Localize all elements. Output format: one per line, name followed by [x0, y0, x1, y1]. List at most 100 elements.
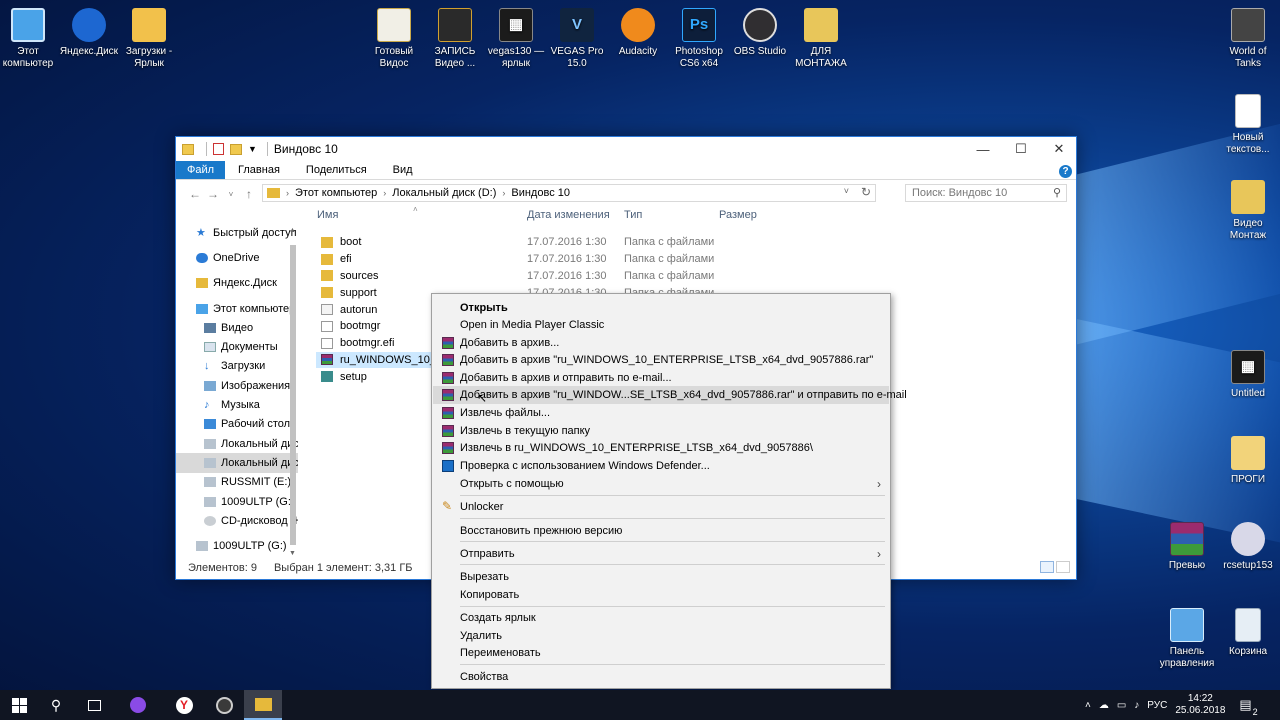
minimize-button[interactable]: — — [964, 137, 1002, 161]
menu-item-add-archive-email[interactable]: Добавить в архив и отправить по e-mail..… — [433, 369, 889, 387]
nav-item-video[interactable]: Видео — [176, 318, 298, 337]
nav-item-images[interactable]: Изображения — [176, 376, 298, 395]
tab-share[interactable]: Поделиться — [293, 161, 380, 179]
details-view-icon[interactable] — [1040, 561, 1054, 573]
desktop-icon-recycle-bin[interactable]: Корзина — [1212, 608, 1280, 658]
desktop-icon-untitled[interactable]: ▦ Untitled — [1212, 350, 1280, 400]
menu-item-cut[interactable]: Вырезать — [433, 568, 889, 586]
scroll-down-icon[interactable]: ▼ — [289, 550, 296, 557]
taskbar-app-alice[interactable] — [120, 690, 156, 720]
clock[interactable]: 14:22 25.06.2018 — [1175, 693, 1225, 717]
chevron-up-icon[interactable]: ˄ — [1085, 700, 1091, 711]
task-view-button[interactable] — [76, 690, 112, 720]
menu-item-unlocker[interactable]: ✎ Unlocker — [433, 498, 889, 516]
nav-item-1009ultp[interactable]: 1009ULTP (G:) — [176, 492, 298, 511]
menu-item-add-to-archive[interactable]: Добавить в архив... — [433, 334, 889, 352]
column-header-size[interactable]: Размер — [719, 209, 757, 227]
menu-item-rename[interactable]: Переименовать — [433, 644, 889, 662]
menu-item-copy[interactable]: Копировать — [433, 586, 889, 604]
menu-item-extract-to-folder[interactable]: Извлечь в ru_WINDOWS_10_ENTERPRISE_LTSB_… — [433, 439, 889, 457]
language-indicator[interactable]: РУС — [1147, 700, 1167, 711]
tab-file[interactable]: Файл — [176, 161, 226, 179]
breadcrumb-item[interactable]: Локальный диск (D:) — [392, 187, 496, 199]
nav-item-downloads[interactable]: ↓ Загрузки — [176, 357, 298, 376]
new-folder-icon[interactable] — [230, 143, 242, 155]
chevron-down-icon[interactable]: ˅ — [844, 186, 849, 196]
menu-item-defender-scan[interactable]: Проверка с использованием Windows Defend… — [433, 457, 889, 475]
desktop-icon-world-of-tanks[interactable]: World of Tanks — [1212, 8, 1280, 70]
column-header-type[interactable]: Тип — [624, 209, 642, 227]
taskbar-app-explorer[interactable] — [244, 690, 282, 720]
nav-item-desktop[interactable]: Рабочий стол — [176, 415, 298, 434]
tab-home[interactable]: Главная — [225, 161, 293, 179]
menu-item-delete[interactable]: Удалить — [433, 627, 889, 645]
forward-arrow-icon[interactable]: → — [204, 187, 222, 201]
desktop-icon-dlya-montazha[interactable]: ДЛЯ МОНТАЖА — [785, 8, 857, 70]
nav-item-quick-access[interactable]: ★ Быстрый доступ — [176, 223, 298, 242]
help-icon[interactable]: ? — [1059, 165, 1072, 178]
nav-item-russmit[interactable]: RUSSMIT (E:) — [176, 473, 298, 492]
menu-item-open[interactable]: Открыть — [433, 299, 889, 317]
scrollbar-thumb[interactable] — [290, 245, 296, 545]
file-row[interactable]: efi 17.07.2016 1:30 Папка с файлами — [316, 251, 756, 268]
taskbar-app-yandex-browser[interactable]: Y — [166, 690, 202, 720]
file-row[interactable]: boot 17.07.2016 1:30 Папка с файлами — [316, 234, 756, 251]
close-button[interactable]: ✕ — [1040, 137, 1078, 161]
up-arrow-icon[interactable]: ↑ — [240, 187, 258, 201]
file-row[interactable]: ru_WINDOWS_10_ENTE — [316, 351, 440, 369]
search-button[interactable]: ⚲ — [38, 690, 74, 720]
maximize-button[interactable]: ☐ — [1002, 137, 1040, 161]
taskbar-app-obs[interactable] — [206, 690, 242, 720]
menu-item-restore-previous[interactable]: Восстановить прежнюю версию — [433, 522, 889, 540]
back-arrow-icon[interactable]: ← — [186, 187, 204, 201]
desktop-icon-video-montazh[interactable]: Видео Монтаж — [1212, 180, 1280, 242]
properties-icon[interactable] — [213, 143, 224, 155]
nav-item-label: Локальный дис — [221, 456, 298, 469]
nav-scrollbar[interactable]: ▲ ▼ — [288, 227, 298, 557]
column-header-name[interactable]: Имя — [317, 209, 338, 227]
file-row[interactable]: sources 17.07.2016 1:30 Папка с файлами — [316, 268, 756, 285]
breadcrumb-item[interactable]: Этот компьютер — [295, 187, 377, 199]
menu-item-properties[interactable]: Свойства — [433, 668, 889, 686]
menu-item-create-shortcut[interactable]: Создать ярлык — [433, 609, 889, 627]
notification-center-button[interactable]: ▤ 2 — [1239, 697, 1257, 717]
cloud-icon[interactable]: ☁ — [1099, 700, 1109, 711]
column-header-date[interactable]: Дата изменения — [527, 209, 610, 227]
volume-icon[interactable]: ♪ — [1134, 700, 1139, 711]
chevron-down-icon[interactable]: ▼ — [248, 144, 257, 154]
desktop-icon-downloads[interactable]: Загрузки - Ярлык — [113, 8, 185, 70]
desktop-icon-rcsetup153[interactable]: rcsetup153 — [1212, 522, 1280, 572]
title-bar[interactable]: ▼ Виндовс 10 — ☐ ✕ — [176, 137, 1076, 161]
refresh-icon[interactable]: ↻ — [861, 185, 871, 199]
nav-item-music[interactable]: ♪ Музыка — [176, 395, 298, 414]
nav-item-local-disk-c[interactable]: Локальный дис — [176, 434, 298, 453]
tab-view[interactable]: Вид — [380, 161, 426, 179]
menu-item-send-to[interactable]: Отправить › — [433, 545, 889, 563]
chevron-down-icon[interactable]: ˅ — [222, 190, 240, 199]
menu-item-open-mpc[interactable]: Open in Media Player Classic — [433, 316, 889, 334]
desktop-icon-new-text[interactable]: Новый текстов... — [1212, 94, 1280, 156]
chevron-right-icon[interactable]: › — [502, 188, 505, 198]
large-icons-view-icon[interactable] — [1056, 561, 1070, 573]
address-bar[interactable]: › Этот компьютер › Локальный диск (D:) ›… — [262, 184, 876, 202]
menu-item-extract-files[interactable]: Извлечь файлы... — [433, 404, 889, 422]
nav-item-cd-drive[interactable]: CD-дисковод (H — [176, 511, 298, 530]
nav-item-yandex-disk[interactable]: Яндекс.Диск — [176, 274, 298, 293]
breadcrumb-item[interactable]: Виндовс 10 — [511, 187, 570, 199]
chevron-right-icon[interactable]: › — [383, 188, 386, 198]
network-icon[interactable]: ▭ — [1117, 700, 1126, 711]
nav-item-local-disk-d[interactable]: Локальный дис — [176, 453, 298, 473]
nav-item-1009ultp-root[interactable]: 1009ULTP (G:) — [176, 536, 298, 555]
nav-item-documents[interactable]: Документы — [176, 337, 298, 356]
desktop-icon-progi[interactable]: ПРОГИ — [1212, 436, 1280, 486]
search-input[interactable]: Поиск: Виндовс 10 ⚲ — [905, 184, 1067, 202]
chevron-right-icon[interactable]: › — [286, 188, 289, 198]
scroll-up-icon[interactable]: ▲ — [289, 227, 296, 234]
menu-item-extract-here[interactable]: Извлечь в текущую папку — [433, 422, 889, 440]
nav-item-this-pc[interactable]: Этот компьютер — [176, 299, 298, 318]
start-button[interactable] — [2, 690, 36, 720]
nav-item-onedrive[interactable]: OneDrive — [176, 248, 298, 267]
menu-item-open-with[interactable]: Открыть с помощью › — [433, 475, 889, 493]
menu-item-add-named-archive-email[interactable]: Добавить в архив "ru_WINDOW...SE_LTSB_x6… — [433, 386, 907, 404]
menu-item-add-to-named-archive[interactable]: Добавить в архив "ru_WINDOWS_10_ENTERPRI… — [433, 351, 889, 369]
